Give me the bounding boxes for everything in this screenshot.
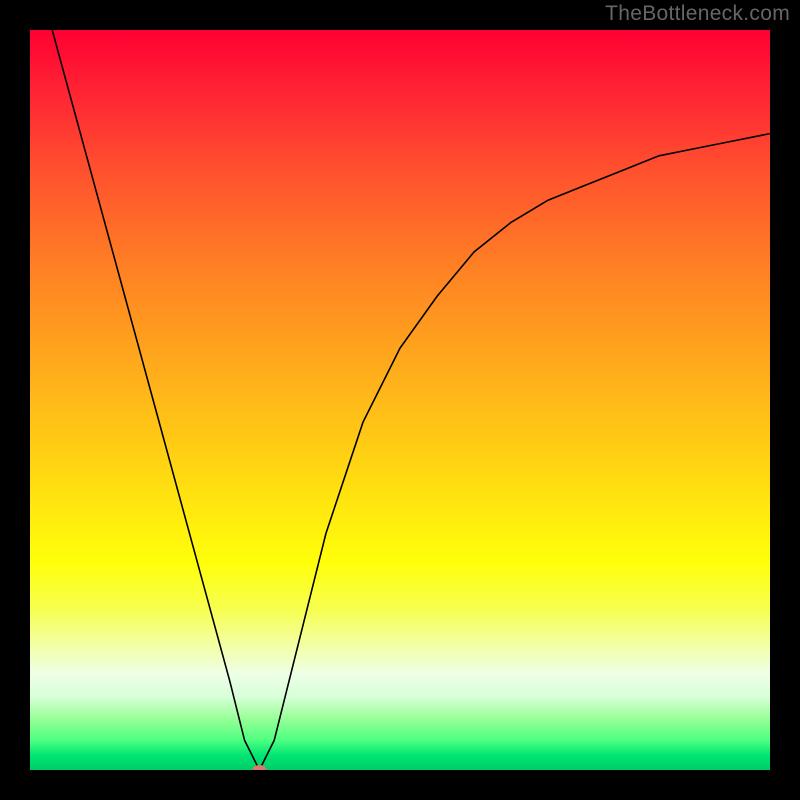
chart-svg <box>30 30 770 770</box>
minimum-point-marker <box>252 765 266 770</box>
watermark-text: TheBottleneck.com <box>605 2 790 26</box>
chart-plot-area <box>30 30 770 770</box>
bottleneck-curve <box>52 30 770 770</box>
